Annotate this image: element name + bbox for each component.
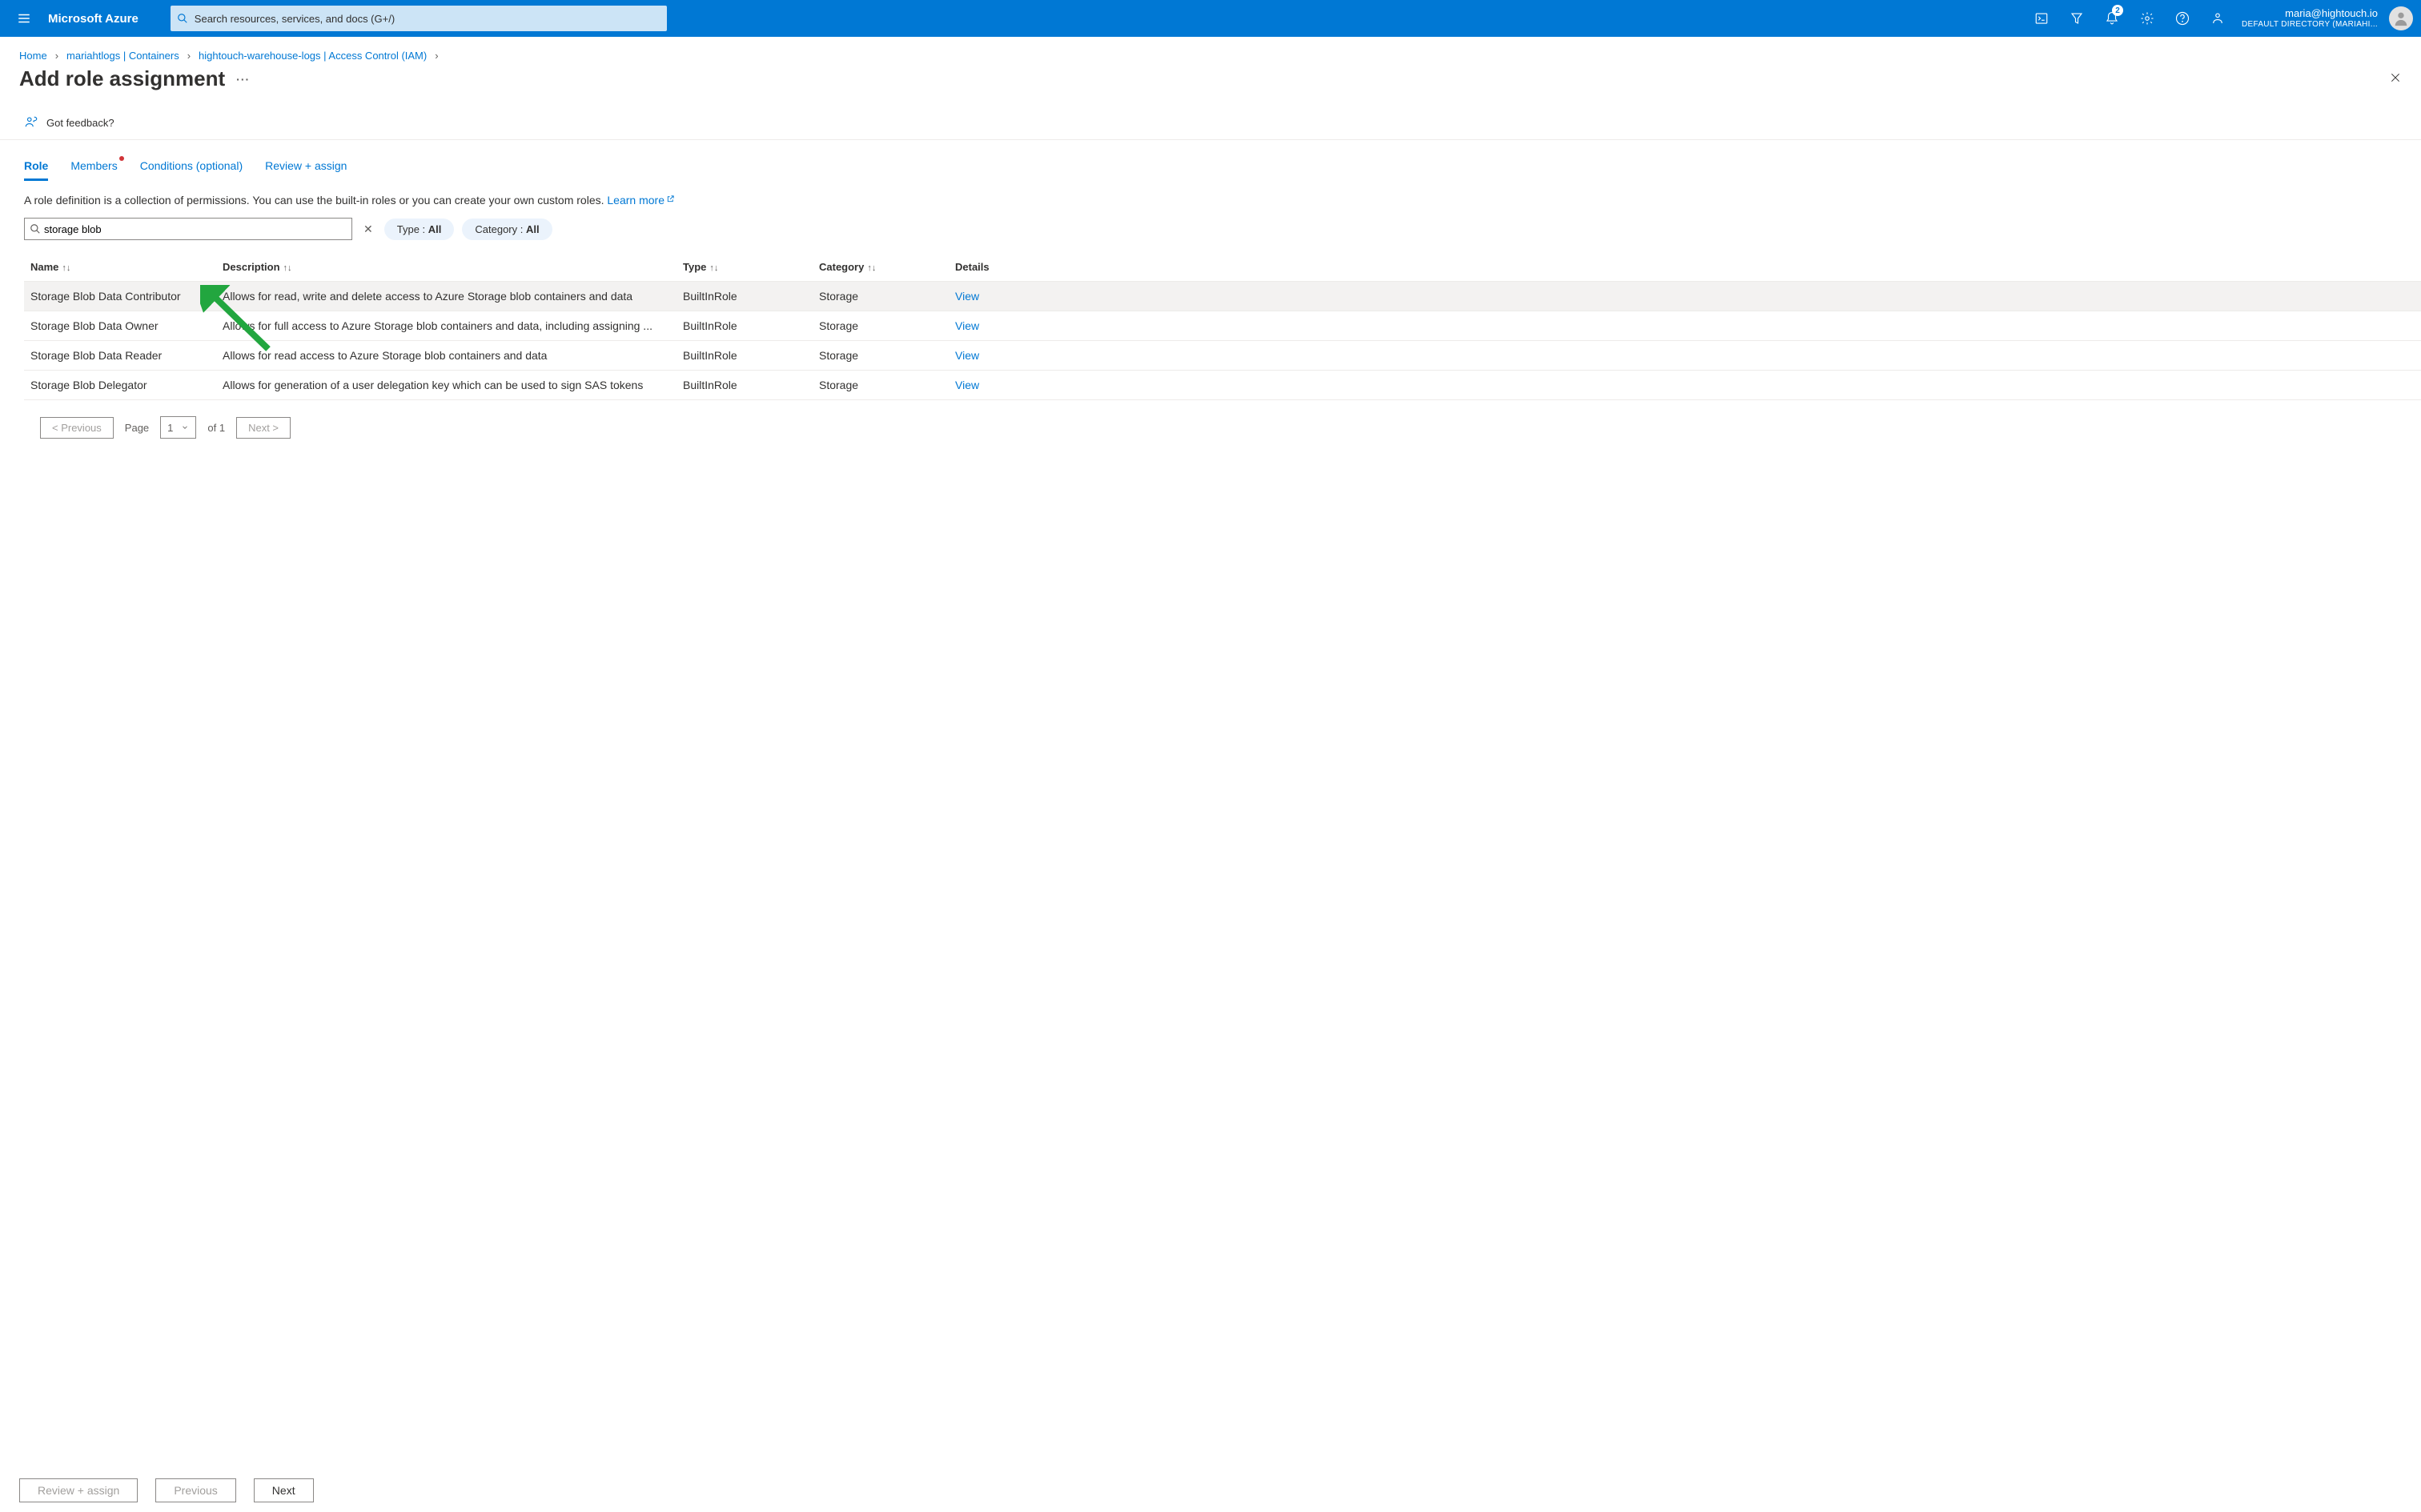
feedback-icon[interactable] (2200, 0, 2235, 37)
view-link[interactable]: View (955, 349, 979, 362)
table-row[interactable]: Storage Blob Delegator Allows for genera… (24, 371, 2421, 400)
chevron-right-icon: › (435, 50, 438, 62)
type-filter-pill[interactable]: Type : All (384, 219, 455, 240)
role-category-cell: Storage (813, 371, 949, 400)
prev-page-button[interactable]: < Previous (40, 417, 114, 439)
directory-filter-icon[interactable] (2059, 0, 2094, 37)
table-row[interactable]: Storage Blob Data Contributor Allows for… (24, 282, 2421, 311)
help-icon[interactable] (2165, 0, 2200, 37)
user-directory: DEFAULT DIRECTORY (MARIAHI... (2242, 20, 2378, 30)
role-details-cell: View (949, 371, 2421, 400)
notification-badge: 2 (2112, 5, 2123, 16)
role-description-cell: Allows for read, write and delete access… (216, 282, 677, 311)
brand-label[interactable]: Microsoft Azure (40, 12, 155, 26)
role-details-cell: View (949, 311, 2421, 341)
user-account-block[interactable]: maria@hightouch.io DEFAULT DIRECTORY (MA… (2235, 7, 2384, 30)
col-header-name[interactable]: Name↑↓ (24, 253, 216, 282)
notification-dot-icon (119, 156, 124, 161)
view-link[interactable]: View (955, 319, 979, 332)
col-header-details[interactable]: Details (949, 253, 2421, 282)
feedback-link[interactable]: Got feedback? (0, 104, 2421, 140)
global-search-input[interactable] (171, 6, 667, 31)
role-category-cell: Storage (813, 282, 949, 311)
table-row[interactable]: Storage Blob Data Reader Allows for read… (24, 341, 2421, 371)
role-name-cell: Storage Blob Delegator (24, 371, 216, 400)
breadcrumb: Home › mariahtlogs | Containers › highto… (0, 37, 2421, 62)
page-label: Page (125, 422, 149, 434)
tab-conditions[interactable]: Conditions (optional) (140, 159, 243, 181)
breadcrumb-home[interactable]: Home (19, 50, 47, 62)
sort-arrows-icon: ↑↓ (283, 263, 292, 273)
view-link[interactable]: View (955, 290, 979, 303)
user-email: maria@hightouch.io (2285, 7, 2378, 20)
role-category-cell: Storage (813, 341, 949, 371)
tab-bar: Role Members Conditions (optional) Revie… (0, 140, 2421, 181)
view-link[interactable]: View (955, 379, 979, 391)
col-header-description[interactable]: Description↑↓ (216, 253, 677, 282)
role-search-input[interactable] (24, 218, 352, 240)
review-assign-button[interactable]: Review + assign (19, 1478, 138, 1502)
more-options-icon[interactable]: ··· (236, 73, 250, 86)
sort-arrows-icon: ↑↓ (62, 263, 70, 273)
role-type-cell: BuiltInRole (677, 311, 813, 341)
role-table: Name↑↓ Description↑↓ Type↑↓ Category↑↓ D… (24, 253, 2421, 400)
sort-arrows-icon: ↑↓ (867, 263, 876, 273)
role-details-cell: View (949, 282, 2421, 311)
feedback-label: Got feedback? (46, 117, 114, 129)
next-page-button[interactable]: Next > (236, 417, 291, 439)
role-details-cell: View (949, 341, 2421, 371)
tab-role[interactable]: Role (24, 159, 48, 181)
chevron-right-icon: › (55, 50, 58, 62)
chevron-right-icon: › (187, 50, 191, 62)
role-type-cell: BuiltInRole (677, 371, 813, 400)
tab-description-row: A role definition is a collection of per… (0, 181, 2421, 215)
top-header: Microsoft Azure 2 maria@hightouch.io DEF… (0, 0, 2421, 37)
clear-search-icon[interactable]: ✕ (360, 223, 376, 236)
role-search-field[interactable] (44, 223, 347, 235)
role-name-cell: Storage Blob Data Contributor (24, 282, 216, 311)
notifications-icon[interactable]: 2 (2094, 0, 2130, 37)
page-of-label: of 1 (207, 422, 225, 434)
page-title: Add role assignment (19, 66, 225, 91)
learn-more-link[interactable]: Learn more (607, 194, 675, 207)
role-description-cell: Allows for generation of a user delegati… (216, 371, 677, 400)
role-description-cell: Allows for read access to Azure Storage … (216, 341, 677, 371)
role-name-cell: Storage Blob Data Owner (24, 311, 216, 341)
filter-row: ✕ Type : All Category : All (0, 215, 2421, 248)
settings-gear-icon[interactable] (2130, 0, 2165, 37)
tab-review-assign[interactable]: Review + assign (265, 159, 347, 181)
avatar[interactable] (2389, 6, 2413, 30)
next-button[interactable]: Next (254, 1478, 314, 1502)
previous-button[interactable]: Previous (155, 1478, 235, 1502)
category-filter-pill[interactable]: Category : All (462, 219, 552, 240)
cloud-shell-icon[interactable] (2024, 0, 2059, 37)
breadcrumb-containers[interactable]: mariahtlogs | Containers (66, 50, 179, 62)
col-header-type[interactable]: Type↑↓ (677, 253, 813, 282)
footer: Review + assign Previous Next (0, 1468, 2421, 1512)
close-icon[interactable] (2389, 71, 2402, 86)
sort-arrows-icon: ↑↓ (709, 263, 718, 273)
hamburger-menu-icon[interactable] (8, 11, 40, 26)
page-number-select[interactable]: 1 (160, 416, 196, 439)
pagination: < Previous Page 1 of 1 Next > (0, 400, 2421, 447)
role-name-cell: Storage Blob Data Reader (24, 341, 216, 371)
role-description-cell: Allows for full access to Azure Storage … (216, 311, 677, 341)
role-type-cell: BuiltInRole (677, 341, 813, 371)
global-search-field[interactable] (195, 13, 660, 25)
role-category-cell: Storage (813, 311, 949, 341)
col-header-category[interactable]: Category↑↓ (813, 253, 949, 282)
tab-members[interactable]: Members (70, 159, 117, 181)
breadcrumb-iam[interactable]: hightouch-warehouse-logs | Access Contro… (199, 50, 427, 62)
tab-description: A role definition is a collection of per… (24, 194, 604, 207)
role-type-cell: BuiltInRole (677, 282, 813, 311)
table-row[interactable]: Storage Blob Data Owner Allows for full … (24, 311, 2421, 341)
